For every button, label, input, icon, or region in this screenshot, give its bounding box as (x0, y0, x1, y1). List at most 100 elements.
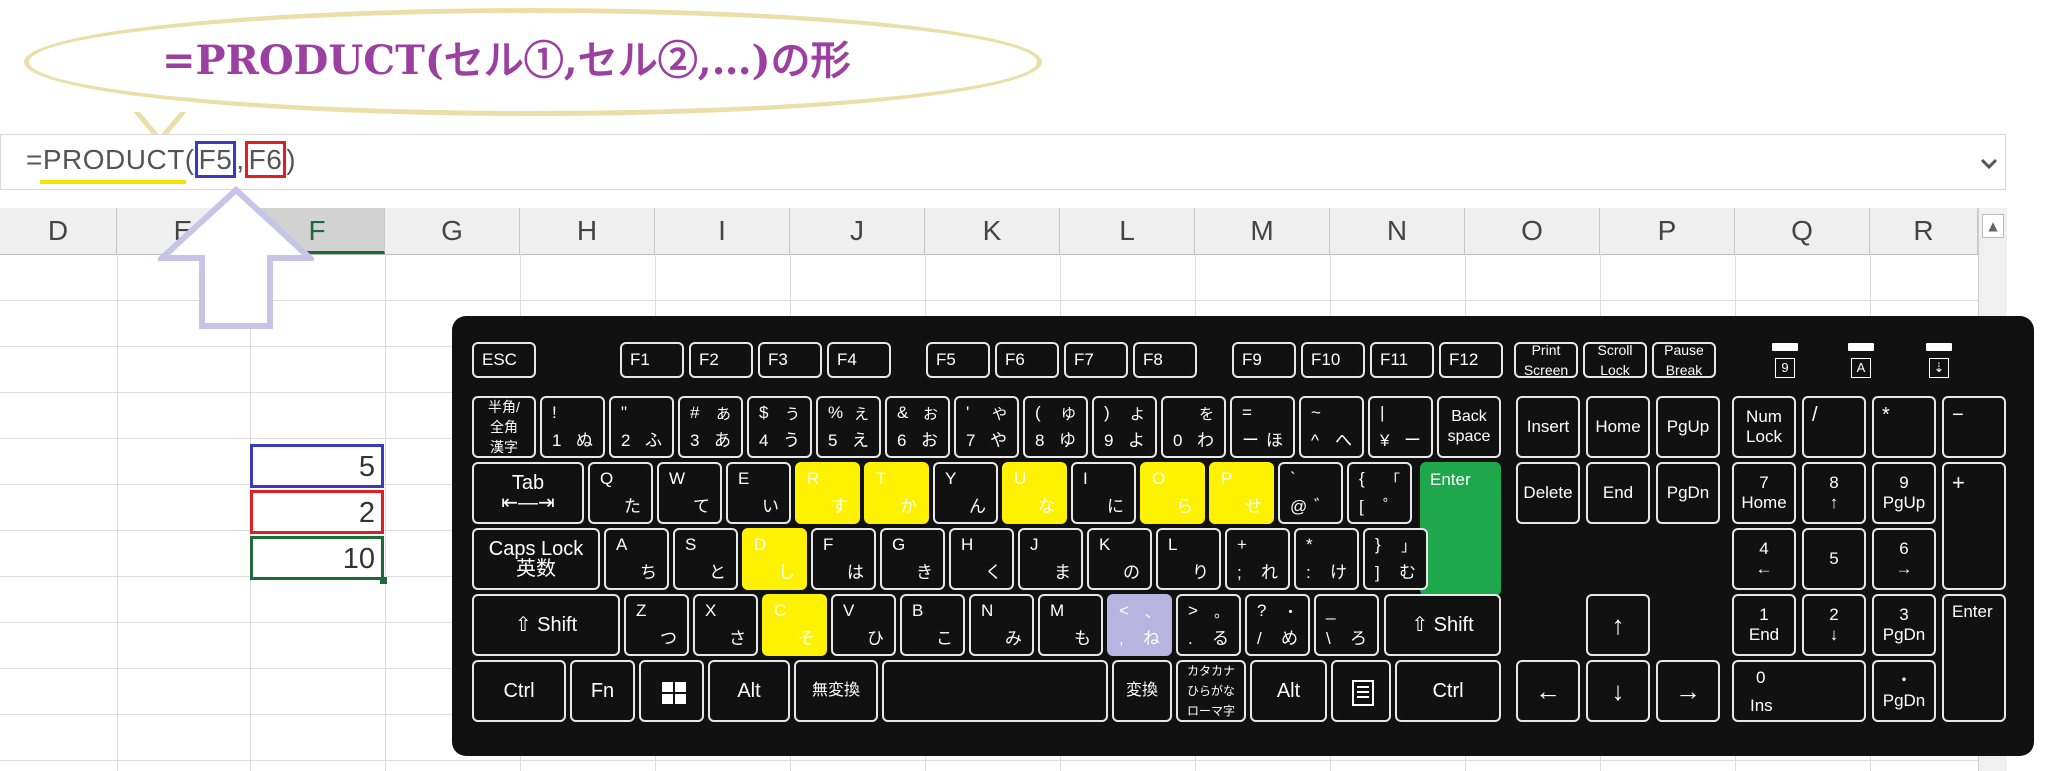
key-arrow-right[interactable]: → (1656, 660, 1720, 722)
key-o-8[interactable]: Oら (1140, 462, 1205, 524)
key-num-3[interactable]: # あ 3 あ (678, 396, 743, 458)
key-}-11[interactable]: } 」] む (1363, 528, 1428, 590)
key-shift-left[interactable]: ⇧ Shift (472, 594, 620, 656)
key-k-7[interactable]: Kの (1087, 528, 1152, 590)
key-h-5[interactable]: Hく (949, 528, 1014, 590)
key-`-10[interactable]: ` @ ゛ (1278, 462, 1343, 524)
key-f9[interactable]: F9 (1232, 342, 1296, 378)
key-numpad-multiply[interactable]: * (1872, 396, 1936, 458)
key-b-4[interactable]: Bこ (900, 594, 965, 656)
key-num-2[interactable]: " 2 ふ (609, 396, 674, 458)
key-w-1[interactable]: Wて (657, 462, 722, 524)
fill-handle[interactable] (380, 577, 387, 584)
key-numpad-7[interactable]: 7 Home (1732, 462, 1796, 524)
column-header-k[interactable]: K (925, 208, 1060, 254)
key-y-5[interactable]: Yん (933, 462, 998, 524)
key-alt-left[interactable]: Alt (708, 660, 790, 722)
key-numpad-0[interactable]: 0 Ins (1732, 660, 1866, 722)
key-f12[interactable]: F12 (1439, 342, 1503, 378)
key-s-1[interactable]: Sと (673, 528, 738, 590)
key-enter[interactable]: Enter (1420, 462, 1501, 596)
key-f1[interactable]: F1 (620, 342, 684, 378)
key-num-11[interactable]: = ーほ (1230, 396, 1295, 458)
column-header-q[interactable]: Q (1735, 208, 1870, 254)
key-num-1[interactable]: ! 1 ぬ (540, 396, 605, 458)
key-print-screen[interactable]: Print Screen (1514, 342, 1578, 378)
key-end[interactable]: End (1586, 462, 1650, 524)
key-d-2[interactable]: Dし (742, 528, 807, 590)
column-header-o[interactable]: O (1465, 208, 1600, 254)
key-u-6[interactable]: Uな (1002, 462, 1067, 524)
key-num-7[interactable]: ' や 7 や (954, 396, 1019, 458)
key-j-6[interactable]: Jま (1018, 528, 1083, 590)
key-shift-right[interactable]: ⇧ Shift (1384, 594, 1501, 656)
key-space[interactable] (882, 660, 1108, 722)
key-numpad-1[interactable]: 1 End (1732, 594, 1796, 656)
key-alt-right[interactable]: Alt (1250, 660, 1327, 722)
key-numpad-8[interactable]: 8 ↑ (1802, 462, 1866, 524)
column-header-l[interactable]: L (1060, 208, 1195, 254)
key-backspace[interactable]: Back space (1437, 396, 1501, 458)
key-hankaku[interactable]: 半角/全角 漢字 (472, 396, 536, 458)
column-header-m[interactable]: M (1195, 208, 1330, 254)
key-arrow-up[interactable]: ↑ (1586, 594, 1650, 656)
key-num-9[interactable]: ) よ 9 よ (1092, 396, 1157, 458)
key-scroll-lock[interactable]: Scroll Lock (1583, 342, 1647, 378)
key-a-0[interactable]: Aち (604, 528, 669, 590)
key-_-10[interactable]: _ \ ろ (1314, 594, 1379, 656)
key-num-8[interactable]: (ゆ 8 ゆ (1023, 396, 1088, 458)
key-fn[interactable]: Fn (570, 660, 635, 722)
key-numpad-minus[interactable]: − (1942, 396, 2006, 458)
key-f7[interactable]: F7 (1064, 342, 1128, 378)
key-+-9[interactable]: +; れ (1225, 528, 1290, 590)
key-numpad-4[interactable]: 4 ← (1732, 528, 1796, 590)
formula-text[interactable]: =PRODUCT(F5, F6) (26, 141, 296, 178)
key-ctrl-right[interactable]: Ctrl (1395, 660, 1501, 722)
key-numpad-dot[interactable]: ・ PgDn (1872, 660, 1936, 722)
key-m-6[interactable]: Mも (1038, 594, 1103, 656)
key-f2[interactable]: F2 (689, 342, 753, 378)
column-header-r[interactable]: R (1870, 208, 1978, 254)
key-x-1[interactable]: Xさ (693, 594, 758, 656)
key-arrow-left[interactable]: ← (1516, 660, 1580, 722)
key->-8[interactable]: > 。. る (1176, 594, 1241, 656)
key-num-5[interactable]: % え 5 え (816, 396, 881, 458)
key-pause-break[interactable]: Pause Break (1652, 342, 1716, 378)
key-*-10[interactable]: *: け (1294, 528, 1359, 590)
key-insert[interactable]: Insert (1516, 396, 1580, 458)
key-num-4[interactable]: $ う 4 う (747, 396, 812, 458)
column-header-n[interactable]: N (1330, 208, 1465, 254)
column-header-g[interactable]: G (385, 208, 520, 254)
cell-f7[interactable]: 10 (250, 536, 384, 580)
key-f11[interactable]: F11 (1370, 342, 1434, 378)
key-windows[interactable] (639, 660, 704, 722)
key-p-9[interactable]: Pせ (1209, 462, 1274, 524)
column-header-h[interactable]: H (520, 208, 655, 254)
key-n-5[interactable]: Nみ (969, 594, 1034, 656)
formula-bar[interactable] (0, 134, 2006, 190)
column-header-d[interactable]: D (0, 208, 117, 254)
key-home[interactable]: Home (1586, 396, 1650, 458)
key-?-9[interactable]: ? ・ / め (1245, 594, 1310, 656)
key-num-10[interactable]: を0わ (1161, 396, 1226, 458)
key-numpad-enter[interactable]: Enter (1942, 594, 2006, 722)
key-tab[interactable]: Tab ⇤—⇥ (472, 462, 584, 524)
key-numpad-9[interactable]: 9 PgUp (1872, 462, 1936, 524)
scroll-up-arrow-icon[interactable]: ▲ (1982, 214, 2004, 238)
key-numpad-5[interactable]: 5 (1802, 528, 1866, 590)
key-menu[interactable] (1331, 660, 1391, 722)
chevron-down-icon[interactable] (1980, 158, 1998, 170)
key-kana[interactable]: カタカナ ひらがな ローマ字 (1176, 660, 1246, 722)
key-pgdn[interactable]: PgDn (1656, 462, 1720, 524)
cell-f5[interactable]: 5 (250, 444, 384, 488)
key-f5[interactable]: F5 (926, 342, 990, 378)
key-q-0[interactable]: Qた (588, 462, 653, 524)
key-num-lock[interactable]: Num Lock (1732, 396, 1796, 458)
key-num-12[interactable]: ~ ^ へ (1299, 396, 1364, 458)
key-<-7[interactable]: < 、, ね (1107, 594, 1172, 656)
cell-f6[interactable]: 2 (250, 490, 384, 534)
key-pgup[interactable]: PgUp (1656, 396, 1720, 458)
key-esc[interactable]: ESC (472, 342, 536, 378)
column-header-p[interactable]: P (1600, 208, 1735, 254)
key-f10[interactable]: F10 (1301, 342, 1365, 378)
